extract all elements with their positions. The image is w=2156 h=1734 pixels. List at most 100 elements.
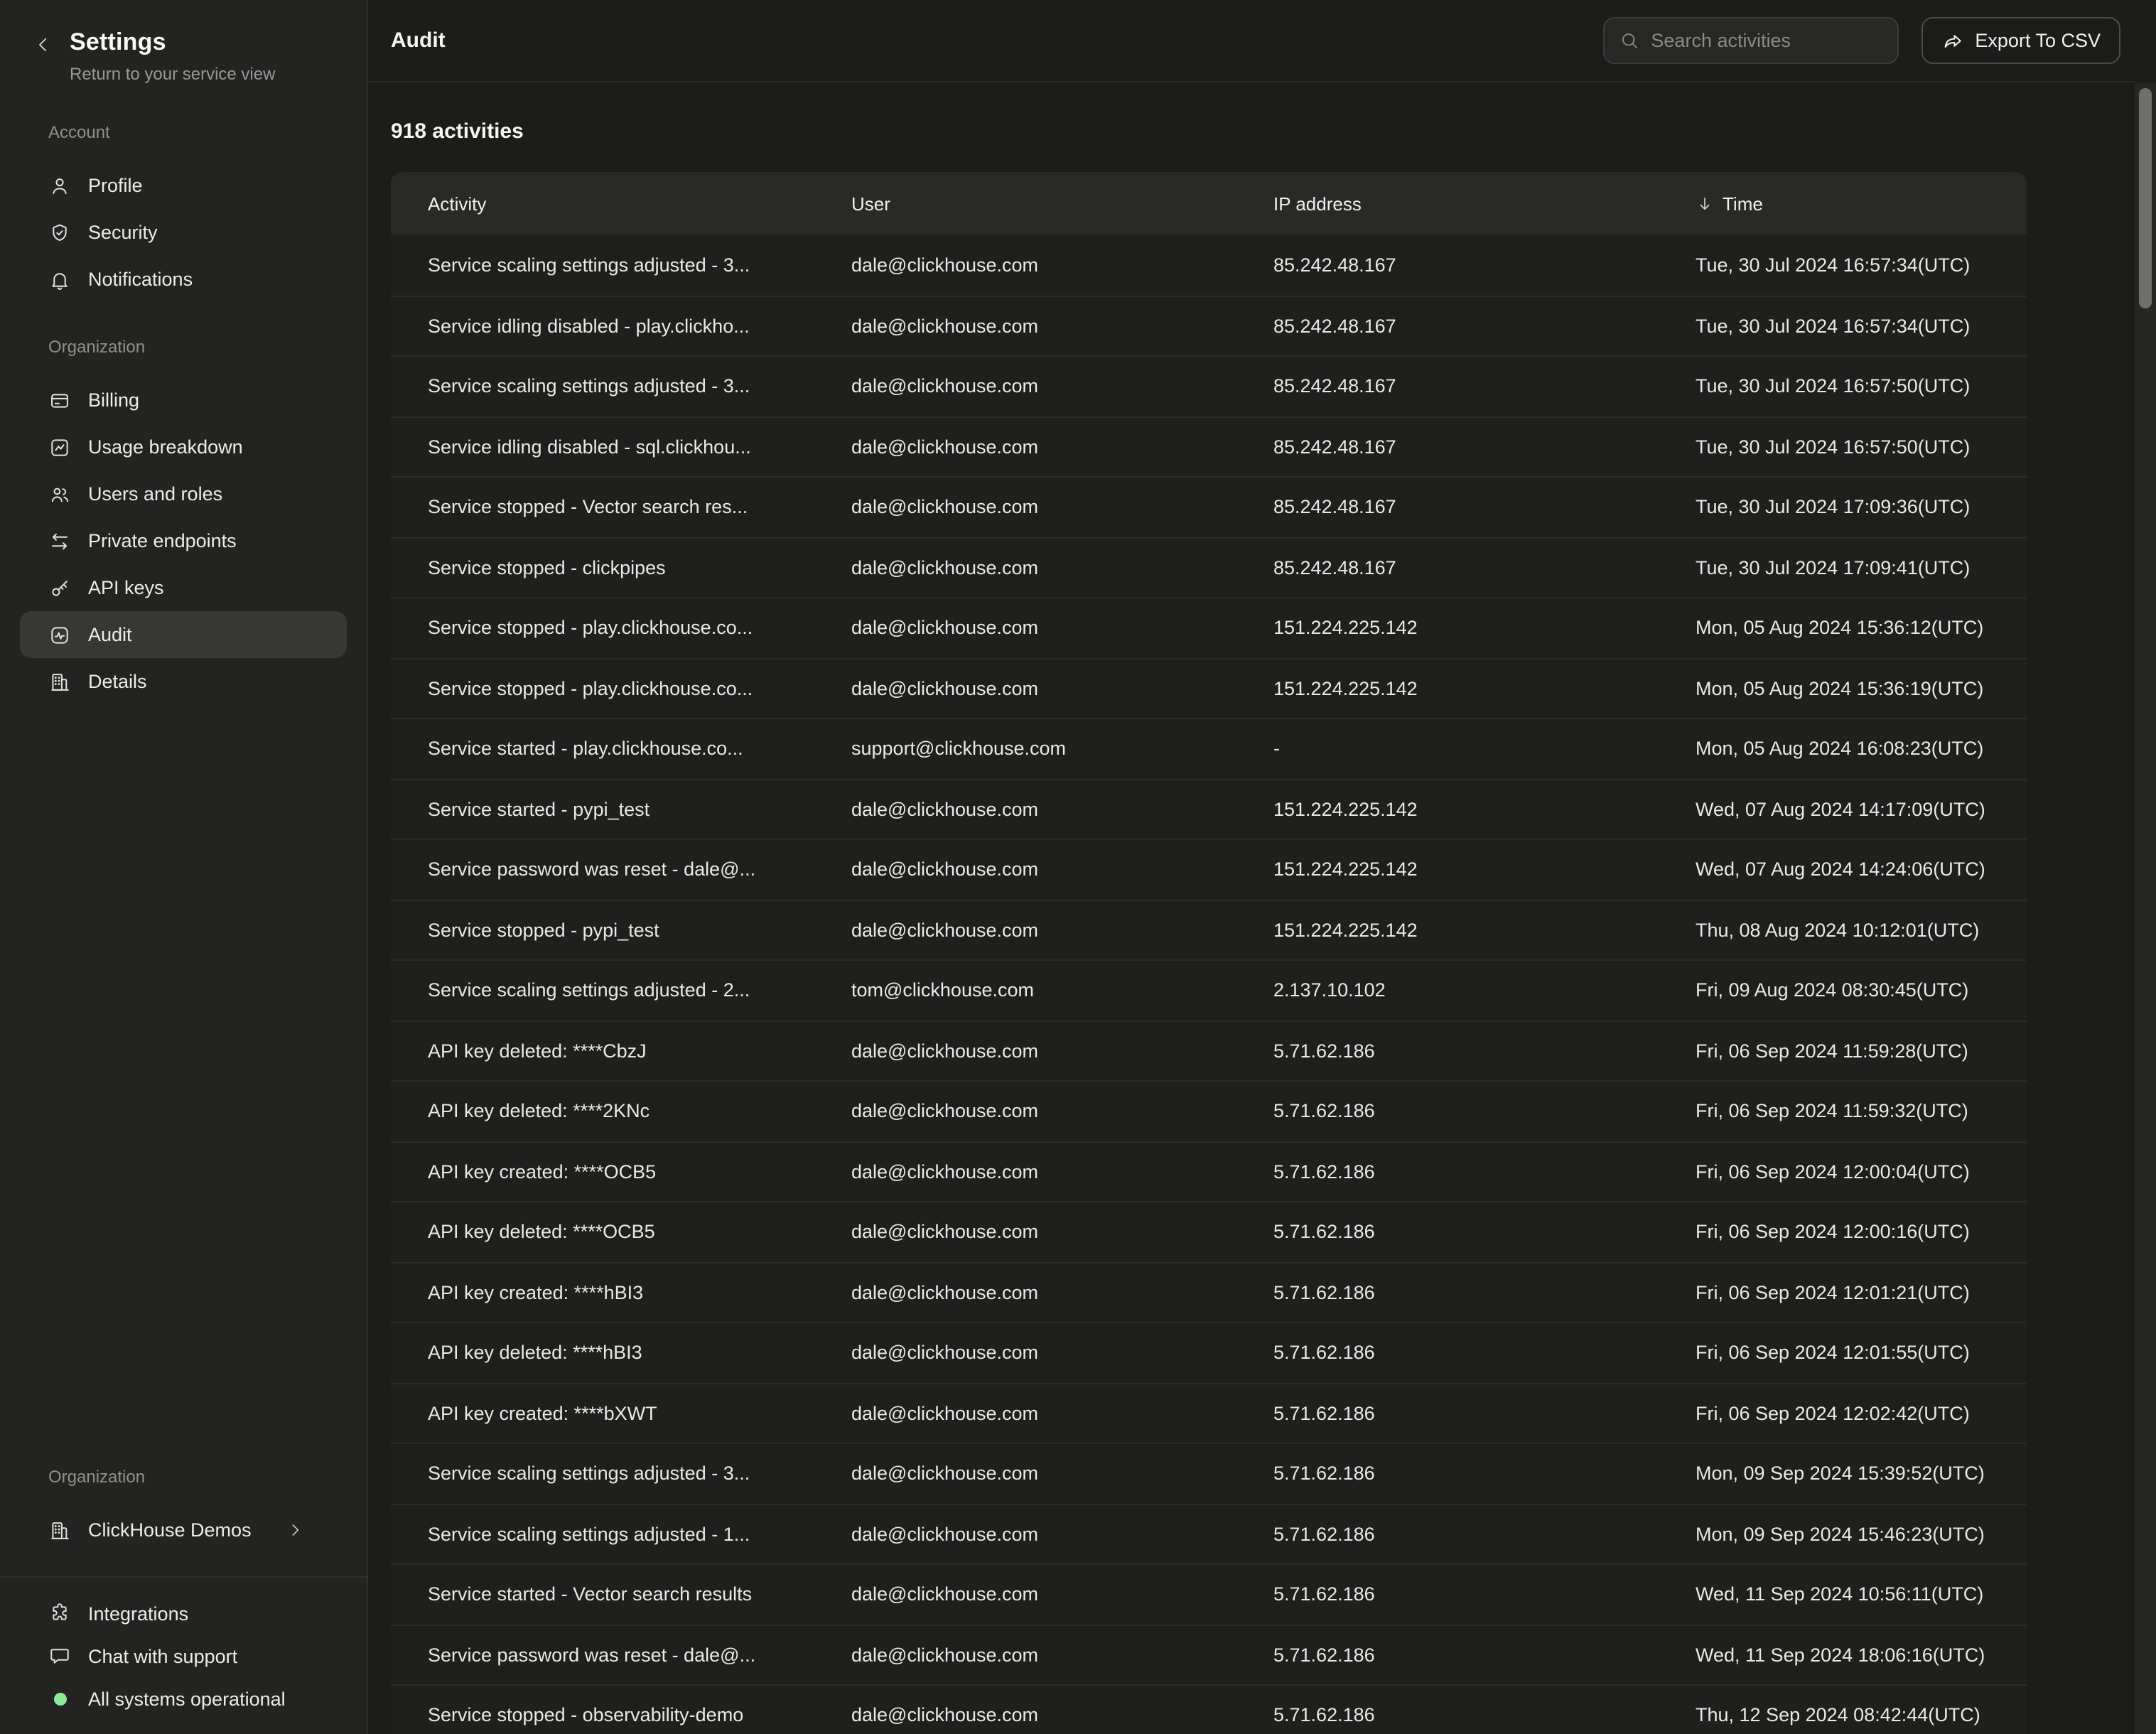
table-row: API key deleted: ****OCB5 dale@clickhous… bbox=[391, 1201, 2027, 1261]
account-nav-group: Profile Security Notifications bbox=[0, 162, 367, 303]
activities-count: 918 activities bbox=[391, 119, 2156, 144]
table-row: Service stopped - observability-demo dal… bbox=[391, 1684, 2027, 1734]
cell-user: dale@clickhouse.com bbox=[851, 1342, 1273, 1364]
table-row: Service scaling settings adjusted - 1...… bbox=[391, 1503, 2027, 1563]
cell-user: dale@clickhouse.com bbox=[851, 557, 1273, 578]
sidebar-item-billing[interactable]: Billing bbox=[20, 377, 347, 424]
chevron-left-icon bbox=[32, 34, 53, 55]
table-row: Service scaling settings adjusted - 3...… bbox=[391, 355, 2027, 416]
cell-user: dale@clickhouse.com bbox=[851, 618, 1273, 639]
table-row: Service scaling settings adjusted - 3...… bbox=[391, 1443, 2027, 1503]
cell-time: Thu, 12 Sep 2024 08:42:44(UTC) bbox=[1696, 1705, 2027, 1726]
column-header-ip-address[interactable]: IP address bbox=[1273, 193, 1696, 214]
sidebar-subtitle[interactable]: Return to your service view bbox=[70, 64, 275, 84]
column-header-time[interactable]: Time bbox=[1696, 193, 2027, 214]
footer-item-all-systems-operational[interactable]: All systems operational bbox=[20, 1677, 347, 1720]
column-header-user[interactable]: User bbox=[851, 193, 1273, 214]
cell-time: Fri, 06 Sep 2024 12:00:04(UTC) bbox=[1696, 1161, 2027, 1183]
cell-activity: API key deleted: ****2KNc bbox=[428, 1101, 851, 1122]
cell-time: Wed, 11 Sep 2024 18:06:16(UTC) bbox=[1696, 1644, 2027, 1666]
shield-check-icon bbox=[48, 221, 71, 244]
cell-time: Tue, 30 Jul 2024 16:57:34(UTC) bbox=[1696, 254, 2027, 276]
cell-ip-address: 5.71.62.186 bbox=[1273, 1161, 1696, 1183]
export-csv-button[interactable]: Export To CSV bbox=[1921, 17, 2120, 64]
cell-ip-address: 5.71.62.186 bbox=[1273, 1342, 1696, 1364]
cell-ip-address: 5.71.62.186 bbox=[1273, 1644, 1696, 1666]
search-input[interactable] bbox=[1651, 30, 1882, 51]
cell-user: dale@clickhouse.com bbox=[851, 678, 1273, 699]
sidebar-item-private-endpoints[interactable]: Private endpoints bbox=[20, 517, 347, 564]
org-switcher[interactable]: ClickHouse Demos bbox=[20, 1507, 347, 1553]
cell-activity: Service password was reset - dale@... bbox=[428, 859, 851, 881]
sort-down-icon bbox=[1696, 194, 1714, 212]
building-icon bbox=[48, 670, 71, 693]
cell-ip-address: 2.137.10.102 bbox=[1273, 980, 1696, 1001]
sidebar-item-security[interactable]: Security bbox=[20, 209, 347, 256]
table-row: Service scaling settings adjusted - 3...… bbox=[391, 235, 2027, 295]
chat-bubble-icon bbox=[48, 1644, 71, 1667]
table-row: API key created: ****hBI3 dale@clickhous… bbox=[391, 1261, 2027, 1322]
table-row: Service stopped - Vector search res... d… bbox=[391, 476, 2027, 537]
table-row: Service stopped - play.clickhouse.co... … bbox=[391, 597, 2027, 657]
cell-user: dale@clickhouse.com bbox=[851, 376, 1273, 397]
cell-time: Fri, 06 Sep 2024 12:01:21(UTC) bbox=[1696, 1282, 2027, 1303]
sidebar-item-usage-breakdown[interactable]: Usage breakdown bbox=[20, 424, 347, 470]
sidebar-item-details[interactable]: Details bbox=[20, 658, 347, 705]
cell-user: dale@clickhouse.com bbox=[851, 436, 1273, 458]
sidebar-bottom: Organization ClickHouse Demos Integratio… bbox=[0, 1467, 367, 1734]
audit-main-panel: Audit Export To CSV 918 activities Activ… bbox=[368, 0, 2156, 1734]
scrollbar-thumb[interactable] bbox=[2139, 88, 2152, 308]
status-dot bbox=[53, 1692, 66, 1705]
audit-table: Activity User IP address Time Service sc… bbox=[391, 172, 2027, 1734]
cell-user: dale@clickhouse.com bbox=[851, 859, 1273, 881]
sidebar-item-notifications[interactable]: Notifications bbox=[20, 256, 347, 303]
cell-time: Tue, 30 Jul 2024 17:09:41(UTC) bbox=[1696, 557, 2027, 578]
users-icon bbox=[48, 483, 71, 505]
usage-chart-icon bbox=[48, 436, 71, 458]
settings-sidebar: Settings Return to your service view Acc… bbox=[0, 0, 368, 1734]
cell-user: dale@clickhouse.com bbox=[851, 799, 1273, 820]
back-button[interactable] bbox=[28, 34, 57, 63]
cell-user: tom@clickhouse.com bbox=[851, 980, 1273, 1001]
cell-time: Wed, 07 Aug 2024 14:24:06(UTC) bbox=[1696, 859, 2027, 881]
app-window: Settings Return to your service view Acc… bbox=[0, 0, 2156, 1734]
table-row: Service password was reset - dale@... da… bbox=[391, 839, 2027, 899]
cell-time: Fri, 06 Sep 2024 11:59:28(UTC) bbox=[1696, 1040, 2027, 1062]
section-label-account: Account bbox=[48, 122, 338, 142]
cell-activity: Service started - pypi_test bbox=[428, 799, 851, 820]
table-row: Service started - Vector search results … bbox=[391, 1563, 2027, 1624]
cell-activity: Service stopped - play.clickhouse.co... bbox=[428, 678, 851, 699]
footer-item-chat-with-support[interactable]: Chat with support bbox=[20, 1635, 347, 1677]
search-box bbox=[1602, 17, 1898, 64]
cell-time: Tue, 30 Jul 2024 16:57:50(UTC) bbox=[1696, 436, 2027, 458]
building-icon bbox=[48, 1519, 71, 1541]
cell-ip-address: 151.224.225.142 bbox=[1273, 799, 1696, 820]
cell-activity: API key deleted: ****CbzJ bbox=[428, 1040, 851, 1062]
footer-item-integrations[interactable]: Integrations bbox=[20, 1592, 347, 1635]
cell-user: dale@clickhouse.com bbox=[851, 1403, 1273, 1424]
cell-time: Fri, 06 Sep 2024 11:59:32(UTC) bbox=[1696, 1101, 2027, 1122]
organization-nav-group: Billing Usage breakdown Users and roles … bbox=[0, 377, 367, 705]
sidebar-item-audit[interactable]: Audit bbox=[20, 611, 347, 658]
table-row: Service password was reset - dale@... da… bbox=[391, 1624, 2027, 1684]
cell-ip-address: 5.71.62.186 bbox=[1273, 1524, 1696, 1545]
page-title: Audit bbox=[391, 28, 446, 53]
cell-time: Mon, 05 Aug 2024 16:08:23(UTC) bbox=[1696, 738, 2027, 760]
cell-activity: Service scaling settings adjusted - 3... bbox=[428, 1463, 851, 1485]
cell-user: dale@clickhouse.com bbox=[851, 1282, 1273, 1303]
cell-user: dale@clickhouse.com bbox=[851, 1161, 1273, 1183]
export-arrow-icon bbox=[1941, 29, 1963, 52]
cell-activity: API key created: ****OCB5 bbox=[428, 1161, 851, 1183]
cell-user: dale@clickhouse.com bbox=[851, 497, 1273, 518]
cell-activity: Service started - Vector search results bbox=[428, 1584, 851, 1605]
sidebar-item-api-keys[interactable]: API keys bbox=[20, 564, 347, 611]
table-row: API key created: ****bXWT dale@clickhous… bbox=[391, 1382, 2027, 1443]
key-icon bbox=[48, 576, 71, 599]
sidebar-item-profile[interactable]: Profile bbox=[20, 162, 347, 209]
sidebar-item-users-and-roles[interactable]: Users and roles bbox=[20, 470, 347, 517]
main-header: Audit Export To CSV bbox=[368, 0, 2135, 82]
cell-ip-address: 85.242.48.167 bbox=[1273, 254, 1696, 276]
column-header-activity[interactable]: Activity bbox=[428, 193, 851, 214]
table-row: Service idling disabled - play.clickho..… bbox=[391, 295, 2027, 355]
cell-user: dale@clickhouse.com bbox=[851, 1524, 1273, 1545]
